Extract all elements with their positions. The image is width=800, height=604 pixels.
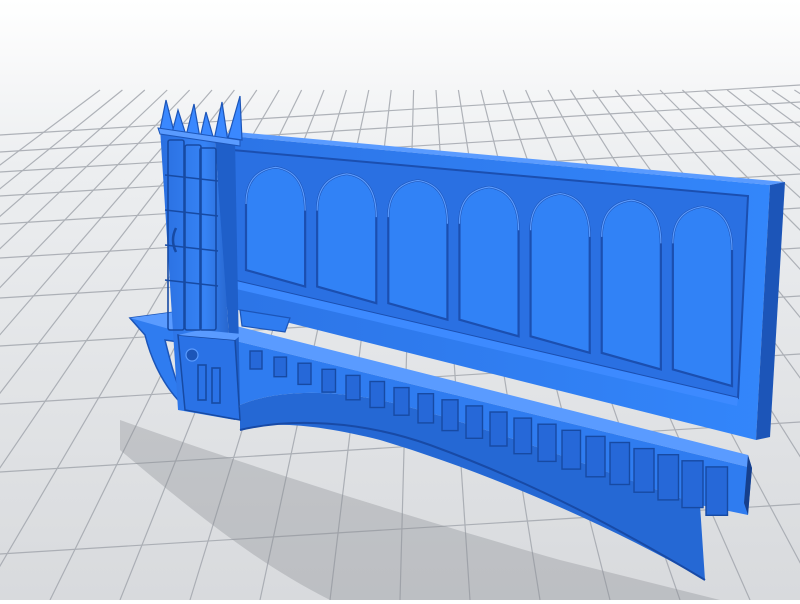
render-viewport bbox=[0, 0, 800, 601]
pillar-medallion bbox=[185, 348, 199, 362]
beam-recess bbox=[417, 393, 435, 424]
beam-recess bbox=[561, 429, 582, 470]
beam-recess bbox=[705, 466, 729, 516]
beam-recess bbox=[249, 350, 263, 370]
beam-recess bbox=[441, 399, 459, 432]
arch-panel bbox=[600, 199, 662, 371]
arch-panel bbox=[244, 166, 307, 289]
beam-recess bbox=[681, 460, 704, 509]
arch-panel bbox=[529, 192, 591, 355]
beam-recess bbox=[585, 435, 606, 478]
beam-recess bbox=[657, 454, 680, 501]
beam-recess bbox=[345, 374, 361, 401]
arch-panel bbox=[387, 179, 449, 322]
beam-recess bbox=[489, 411, 508, 447]
beam-recess bbox=[513, 417, 533, 455]
beam-recess bbox=[537, 423, 557, 463]
beam-recess bbox=[273, 356, 288, 378]
beam-recess bbox=[465, 405, 484, 439]
model-render bbox=[0, 0, 800, 601]
arch-panel bbox=[671, 205, 734, 388]
beam-recess bbox=[609, 441, 631, 486]
arch-panel bbox=[458, 185, 520, 338]
beam-recess bbox=[633, 447, 655, 493]
beam-recess bbox=[321, 368, 337, 393]
beam-recess bbox=[369, 380, 386, 409]
arch-panel bbox=[316, 172, 378, 305]
beam-recess bbox=[297, 362, 312, 386]
beam-recess bbox=[393, 386, 410, 416]
